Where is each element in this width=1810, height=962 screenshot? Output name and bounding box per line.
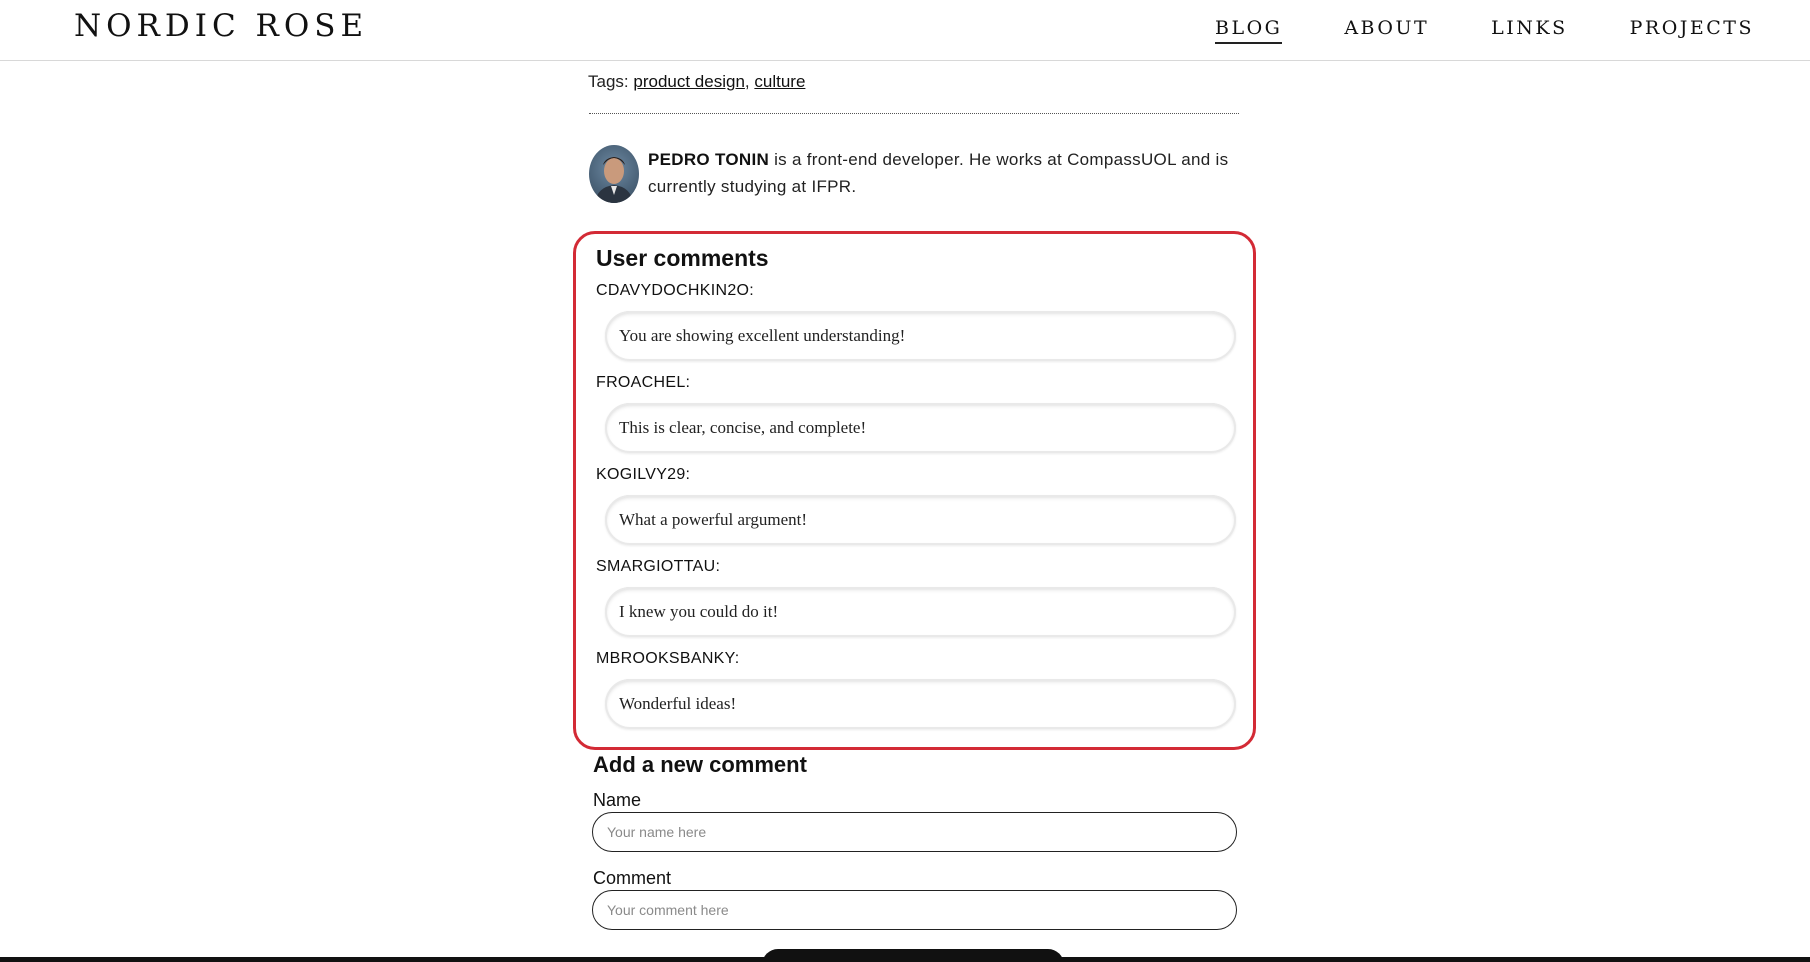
comment-text: This is clear, concise, and complete! xyxy=(605,403,1236,453)
nav-projects[interactable]: PROJECTS xyxy=(1630,0,1754,43)
comment-username: FROACHEL: xyxy=(596,374,691,391)
comment-username: MBROOKSBANKY: xyxy=(596,650,740,667)
comment-text: I knew you could do it! xyxy=(605,587,1236,637)
add-comment-title: Add a new comment xyxy=(593,752,807,777)
name-label: Name xyxy=(593,790,642,810)
tag-separator: , xyxy=(744,72,750,91)
comment-username: KOGILVY29: xyxy=(596,466,691,483)
comment-input[interactable] xyxy=(592,890,1237,930)
tag-culture[interactable]: culture xyxy=(754,72,805,91)
author-description: PEDRO TONIN is a front-end developer. He… xyxy=(648,146,1238,200)
bottom-edge-bar xyxy=(0,957,1810,962)
section-divider xyxy=(589,113,1239,114)
comment-label: Comment xyxy=(593,868,672,888)
nav-links[interactable]: LINKS xyxy=(1491,0,1567,43)
comment-username: SMARGIOTTAU: xyxy=(596,558,721,575)
avatar-portrait-icon xyxy=(595,157,633,203)
user-comments-section: User comments CDAVYDOCHKIN2O: You are sh… xyxy=(573,231,1256,750)
comment-username: CDAVYDOCHKIN2O: xyxy=(596,282,755,299)
site-logo[interactable]: NORDIC ROSE xyxy=(74,8,368,44)
author-avatar xyxy=(589,145,639,203)
main-nav: BLOG ABOUT LINKS PROJECTS xyxy=(1153,0,1754,60)
user-comments-title: User comments xyxy=(596,245,769,271)
author-name: PEDRO TONIN xyxy=(648,150,770,169)
nav-about[interactable]: ABOUT xyxy=(1344,0,1429,43)
post-tags: Tags: product design, culture xyxy=(588,72,1240,92)
tags-label: Tags: xyxy=(588,72,629,91)
tag-product-design[interactable]: product design xyxy=(633,72,745,91)
site-header: NORDIC ROSE BLOG ABOUT LINKS PROJECTS xyxy=(0,0,1810,61)
nav-blog[interactable]: BLOG xyxy=(1214,0,1283,44)
comment-text: You are showing excellent understanding! xyxy=(605,311,1236,361)
comment-text: What a powerful argument! xyxy=(605,495,1236,545)
comment-text: Wonderful ideas! xyxy=(605,679,1236,729)
name-input[interactable] xyxy=(592,812,1237,852)
author-bio: PEDRO TONIN is a front-end developer. He… xyxy=(588,145,1240,205)
page: NORDIC ROSE BLOG ABOUT LINKS PROJECTS Ta… xyxy=(0,0,1810,962)
